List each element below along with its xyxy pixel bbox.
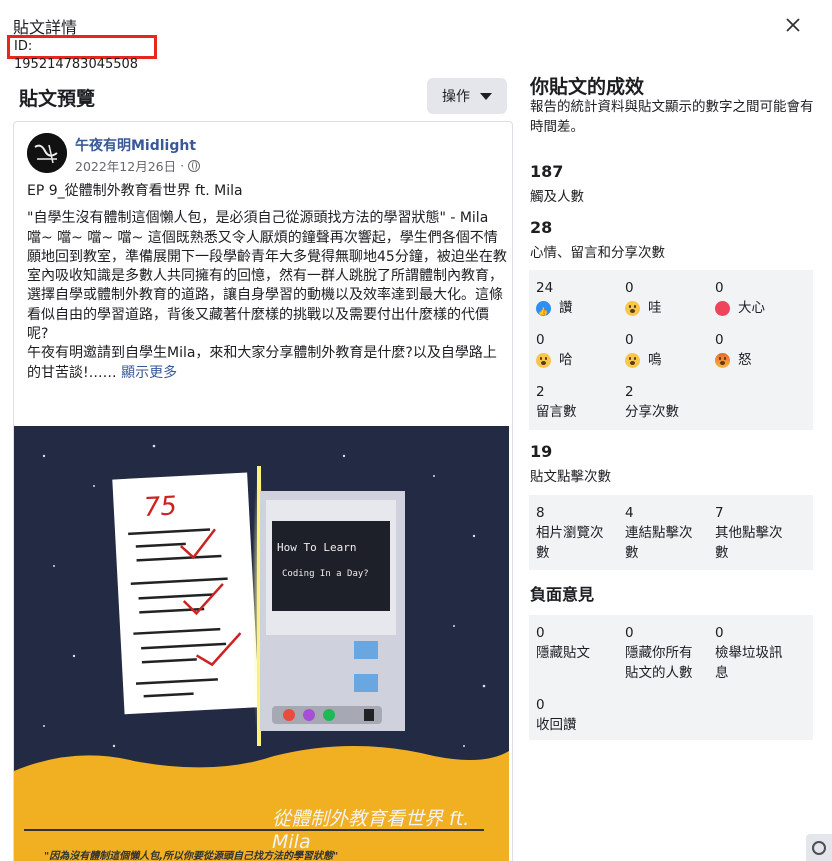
close-icon	[786, 18, 800, 32]
wow-icon	[625, 300, 640, 316]
sad-icon	[625, 352, 640, 368]
reaction-wow-label: 哇	[648, 300, 662, 316]
post-body-last-text: 午夜有明邀請到自學生Mila，來和大家分享體制外教育是什麼?以及自學路上的甘苦談…	[27, 345, 497, 381]
public-globe-icon	[188, 159, 201, 172]
hide-post-count: 0	[536, 625, 545, 641]
unlike-stat: 0 收回讚	[536, 695, 577, 735]
post-body: 噹~ 噹~ 噹~ 噹~ 這個既熟悉又令人厭煩的鐘聲再次響起，學生們各個不情願地回…	[27, 229, 507, 343]
reaction-wow: 0 哇	[625, 278, 662, 318]
hide-post-stat: 0 隱藏貼文	[536, 623, 590, 663]
report-spam-label-2: 息	[715, 665, 729, 681]
reach-label: 觸及人數	[530, 189, 584, 205]
reaction-haha-count: 0	[536, 332, 545, 348]
reaction-sad: 0 嗚	[625, 330, 662, 370]
reaction-like: 24 讚	[536, 278, 573, 322]
post-body-last: 午夜有明邀請到自學生Mila，來和大家分享體制外教育是什麼?以及自學路上的甘苦談…	[27, 344, 507, 383]
reaction-love-label: 大心	[738, 300, 765, 316]
actions-label: 操作	[442, 89, 470, 105]
report-spam-label: 檢舉垃圾訊	[715, 645, 783, 661]
post-meta: 2022年12月26日 ·	[75, 156, 201, 175]
like-icon	[536, 300, 551, 322]
other-clicks-label-2: 數	[715, 545, 729, 561]
other-clicks-label: 其他點擊次	[715, 525, 783, 541]
love-icon	[715, 300, 730, 316]
clicks-breakdown-panel: 8 相片瀏覽次 數 4 連結點擊次 數 7 其他點擊次 數	[529, 495, 813, 570]
link-clicks-label: 連結點擊次	[625, 525, 693, 541]
meta-separator: ·	[180, 158, 185, 173]
reaction-like-count: 24	[536, 280, 554, 296]
see-more-link[interactable]: 顯示更多	[121, 365, 177, 381]
reaction-angry-count: 0	[715, 332, 724, 348]
reaction-love-count: 0	[715, 280, 724, 296]
actions-dropdown-button[interactable]: 操作	[427, 78, 507, 114]
reach-value: 187	[530, 162, 564, 181]
language-globe-button[interactable]	[806, 834, 832, 861]
comments-label: 留言數	[536, 404, 577, 420]
photo-views-stat: 8 相片瀏覽次 數	[536, 503, 604, 563]
post-title-line: EP 9_從體制外教育看世界 ft. Mila	[27, 183, 243, 199]
hide-all-posts-stat: 0 隱藏你所有 貼文的人數	[625, 623, 693, 683]
clicks-value: 19	[530, 442, 553, 461]
close-button[interactable]	[780, 12, 806, 38]
post-date[interactable]: 2022年12月26日	[75, 156, 176, 175]
stats-title: 你貼文的成效	[530, 76, 645, 98]
post-id: ID: 195214783045508	[7, 35, 157, 72]
reaction-sad-label: 嗚	[648, 352, 662, 368]
hide-post-label: 隱藏貼文	[536, 645, 590, 661]
reaction-love: 0 大心	[715, 278, 765, 318]
photo-views-label: 相片瀏覽次	[536, 525, 604, 541]
other-clicks-stat: 7 其他點擊次 數	[715, 503, 783, 563]
engagement-label: 心情、留言和分享次數	[530, 245, 665, 261]
engagement-value: 28	[530, 218, 553, 237]
link-clicks-count: 4	[625, 505, 634, 521]
shares-label: 分享次數	[625, 404, 679, 420]
report-spam-count: 0	[715, 625, 724, 641]
reaction-angry-label: 怒	[738, 352, 752, 368]
reaction-wow-count: 0	[625, 280, 634, 296]
reaction-sad-count: 0	[625, 332, 634, 348]
reaction-haha: 0 哈	[536, 330, 573, 370]
engagement-breakdown-panel: 24 讚 0 哇 0 大心 0 哈 0 嗚 0 怒 2 留言數 2 分享次數	[529, 270, 813, 430]
clicks-label: 貼文點擊次數	[530, 469, 611, 485]
link-clicks-label-2: 數	[625, 545, 639, 561]
page-name-link[interactable]: 午夜有明Midlight	[75, 135, 196, 155]
caret-down-icon	[480, 92, 492, 100]
reaction-like-label: 讚	[559, 300, 573, 316]
image-caption: 從體制外教育看世界 ft. Mila	[272, 808, 470, 853]
hide-all-posts-label: 隱藏你所有	[625, 645, 693, 661]
shares-count: 2	[625, 384, 634, 400]
photo-views-label-2: 數	[536, 545, 550, 561]
comments-stat: 2 留言數	[536, 382, 577, 422]
post-preview-card: 午夜有明Midlight 2022年12月26日 · EP 9_從體制外教育看世…	[13, 121, 513, 861]
post-text: EP 9_從體制外教育看世界 ft. Mila "自學生沒有體制這個懶人包，是必…	[27, 182, 507, 383]
post-illustration: 75 How To Learn Coding In a Day?	[14, 426, 509, 861]
screen-text: How To Learn	[277, 541, 356, 554]
haha-icon	[536, 352, 551, 368]
hide-all-posts-count: 0	[625, 625, 634, 641]
negative-feedback-heading: 負面意見	[530, 585, 595, 604]
svg-text:Coding In a Day?: Coding In a Day?	[282, 569, 369, 579]
preview-heading: 貼文預覽	[19, 88, 96, 110]
photo-views-count: 8	[536, 505, 545, 521]
comments-count: 2	[536, 384, 545, 400]
negative-feedback-panel: 0 隱藏貼文 0 隱藏你所有 貼文的人數 0 檢舉垃圾訊 息 0 收回讚	[529, 615, 813, 740]
post-image[interactable]: 75 How To Learn Coding In a Day? 從體制外教育看…	[14, 426, 509, 861]
page-avatar[interactable]	[27, 133, 67, 173]
link-clicks-stat: 4 連結點擊次 數	[625, 503, 693, 563]
post-quote: "自學生沒有體制這個懶人包，是必須自己從源頭找方法的學習狀態" - Mila	[27, 210, 489, 227]
unlike-label: 收回讚	[536, 717, 577, 733]
stats-note: 報告的統計資料與貼文顯示的數字之間可能會有時間差。	[530, 99, 814, 135]
hide-all-posts-label-2: 貼文的人數	[625, 665, 693, 681]
globe-icon	[812, 840, 826, 855]
unlike-count: 0	[536, 697, 545, 713]
shares-stat: 2 分享次數	[625, 382, 679, 422]
svg-text:75: 75	[143, 491, 178, 523]
reaction-angry: 0 怒	[715, 330, 752, 370]
report-spam-stat: 0 檢舉垃圾訊 息	[715, 623, 783, 683]
angry-icon	[715, 352, 730, 368]
image-subcaption: "因為沒有體制這個懶人包,所以你要從源頭自己找方法的學習狀態"	[44, 851, 339, 861]
reaction-haha-label: 哈	[559, 352, 573, 368]
other-clicks-count: 7	[715, 505, 724, 521]
